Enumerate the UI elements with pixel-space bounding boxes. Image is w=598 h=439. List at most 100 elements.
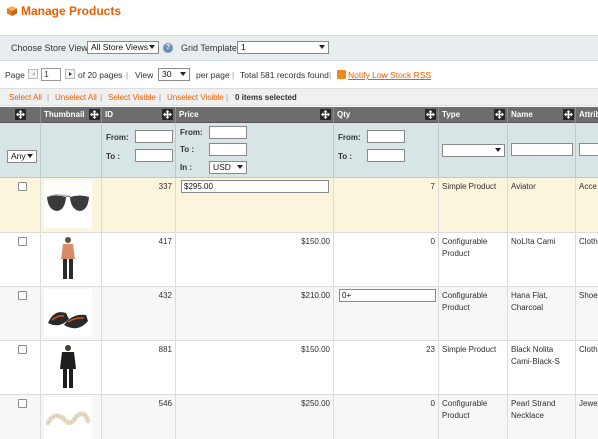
filter-attribute (576, 123, 598, 178)
row-checkbox-cell (0, 287, 41, 340)
price-cell: $210.00 (176, 287, 334, 340)
chevron-down-icon (149, 45, 155, 49)
currency-value: USD (213, 162, 231, 172)
header-price[interactable]: Price (176, 107, 334, 123)
previous-page-icon[interactable] (28, 69, 38, 79)
table-row[interactable]: 432 $210.00 0+ Configurable Product Hana… (0, 287, 598, 341)
selected-count: 0 items selected (235, 93, 297, 102)
select-all-link[interactable]: Select All (9, 93, 42, 102)
header-id[interactable]: ID (102, 107, 176, 123)
attribute-filter-input[interactable] (579, 143, 598, 156)
per-page-select[interactable]: 30 (158, 68, 190, 81)
product-type: Configurable Product (442, 237, 488, 258)
move-column-icon[interactable] (162, 109, 173, 120)
product-name: Pearl Strand Necklace (511, 399, 556, 420)
product-price: $150.00 (301, 345, 330, 354)
header-attribute[interactable]: Attrib (576, 107, 598, 123)
currency-select[interactable]: USD (209, 161, 247, 174)
id-from-input[interactable] (135, 130, 173, 143)
qty-to-label: To : (338, 152, 353, 161)
table-row[interactable]: 881 $150.00 23 Simple Product Black Noli… (0, 341, 598, 395)
price-edit-input[interactable]: $295.00 (181, 180, 329, 193)
move-column-icon[interactable] (320, 109, 331, 120)
unselect-visible-link[interactable]: Unselect Visible (167, 93, 224, 102)
filter-thumbnail (41, 123, 102, 178)
grid-template-label: Grid Template: (181, 43, 240, 53)
move-column-icon[interactable] (89, 109, 100, 120)
price-to-input[interactable] (209, 143, 247, 156)
any-filter-value: Any (11, 151, 26, 161)
next-page-icon[interactable] (65, 69, 75, 79)
qty-edit-input[interactable]: 0+ (339, 289, 436, 302)
row-checkbox[interactable] (18, 237, 27, 246)
type-filter-select[interactable] (442, 144, 505, 157)
id-to-label: To : (106, 152, 121, 161)
price-cell: $250.00 (176, 395, 334, 439)
thumbnail-cell (41, 178, 102, 232)
row-checkbox[interactable] (18, 291, 27, 300)
move-column-icon[interactable] (494, 109, 505, 120)
page-label: Page (5, 70, 25, 80)
product-thumbnail-image (44, 343, 92, 391)
store-view-select[interactable]: All Store Views (87, 41, 159, 54)
filter-id: From: To : (102, 123, 176, 178)
table-row[interactable]: 337 $295.00 7 Simple Product Aviator Acc… (0, 178, 598, 233)
header-thumbnail[interactable]: Thumbnail (41, 107, 102, 123)
product-attribute: Cloth (579, 345, 598, 354)
box-icon (7, 6, 17, 16)
grid-filter-row: Any From: To : From: To : In : USD From: (0, 123, 598, 178)
mass-separator: | (159, 93, 162, 102)
attribute-cell: Cloth (576, 233, 598, 286)
page-input[interactable]: 1 (41, 68, 61, 81)
filter-qty: From: To : (334, 123, 439, 178)
filter-name (508, 123, 576, 178)
pager: Page 1 of 20 pages | View 30 per page | … (0, 66, 598, 84)
any-filter-select[interactable]: Any (7, 150, 37, 163)
qty-cell: 23 (334, 341, 439, 394)
header-name[interactable]: Name (508, 107, 576, 123)
header-attribute-label: Attrib (579, 110, 598, 119)
name-cell: Pearl Strand Necklace (508, 395, 576, 439)
chevron-down-icon (495, 148, 501, 152)
id-cell: 417 (102, 233, 176, 286)
qty-cell: 0 (334, 395, 439, 439)
table-row[interactable]: 546 $250.00 0 Configurable Product Pearl… (0, 395, 598, 439)
move-column-icon[interactable] (15, 109, 26, 120)
qty-to-input[interactable] (367, 149, 405, 162)
header-thumbnail-label: Thumbnail (44, 110, 85, 119)
row-checkbox[interactable] (18, 182, 27, 191)
header-qty[interactable]: Qty (334, 107, 439, 123)
id-to-input[interactable] (135, 149, 173, 162)
unselect-all-link[interactable]: Unselect All (55, 93, 97, 102)
row-checkbox[interactable] (18, 399, 27, 408)
mass-separator: | (47, 93, 50, 102)
select-visible-link[interactable]: Select Visible (108, 93, 156, 102)
grid-template-select[interactable]: 1 (237, 41, 329, 54)
product-thumbnail-image (44, 289, 92, 337)
move-column-icon[interactable] (425, 109, 436, 120)
name-cell: Black Nolita Cami-Black-S (508, 341, 576, 394)
row-checkbox-cell (0, 341, 41, 394)
help-icon[interactable]: ? (163, 43, 173, 53)
low-stock-rss-link[interactable]: Notify Low Stock RSS (348, 70, 431, 80)
name-cell: Aviator (508, 178, 576, 232)
rss-icon[interactable] (337, 70, 346, 79)
price-from-input[interactable] (209, 126, 247, 139)
attribute-cell: Shoe (576, 287, 598, 340)
product-id: 881 (158, 345, 172, 354)
price-cell: $150.00 (176, 233, 334, 286)
table-row[interactable]: 417 $150.00 0 Configurable Product NoLIt… (0, 233, 598, 287)
row-checkbox[interactable] (18, 345, 27, 354)
qty-from-input[interactable] (367, 130, 405, 143)
header-name-label: Name (511, 110, 533, 119)
id-cell: 881 (102, 341, 176, 394)
header-type[interactable]: Type (439, 107, 508, 123)
per-page-label: per page (196, 70, 230, 80)
move-column-icon[interactable] (563, 109, 574, 120)
attribute-cell: Jewe (576, 395, 598, 439)
product-id: 417 (158, 237, 172, 246)
name-filter-input[interactable] (511, 143, 573, 156)
product-attribute: Jewe (579, 399, 598, 408)
row-checkbox-cell (0, 233, 41, 286)
page-count: of 20 pages (78, 70, 123, 80)
